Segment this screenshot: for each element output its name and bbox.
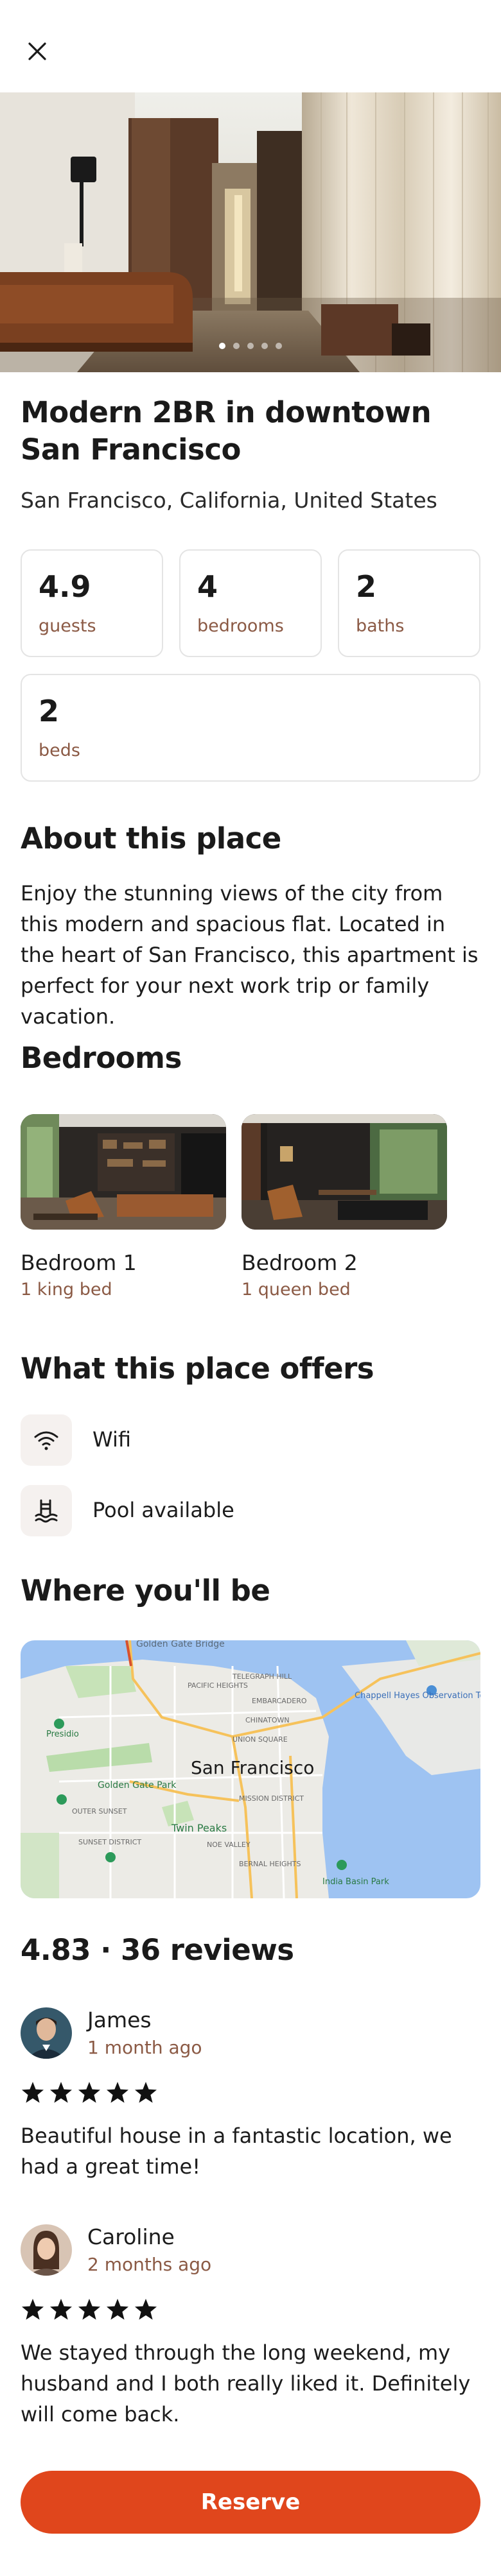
amenity-wifi-icon-box: [21, 1414, 72, 1466]
about-heading: About this place: [21, 821, 281, 855]
star-icon: [22, 2082, 44, 2103]
stat-beds: 2 beds: [21, 674, 480, 782]
star-icon: [135, 2082, 157, 2103]
review-1-rating: [21, 2081, 158, 2105]
carousel-dot[interactable]: [247, 343, 254, 349]
star-icon: [22, 2299, 44, 2320]
star-icon: [107, 2082, 128, 2103]
map-label-embarcadero: EMBARCADERO: [252, 1697, 307, 1705]
reviewer-1-name: James: [87, 2007, 152, 2032]
review-1-text: Beautiful house in a fantastic location,…: [21, 2124, 452, 2179]
stat-value: 4.9: [39, 569, 91, 604]
reviewer-1-time: 1 month ago: [87, 2037, 202, 2058]
bedroom-1-image: [21, 1114, 226, 1230]
stat-label: guests: [39, 616, 96, 636]
map-city-label: San Francisco: [191, 1757, 314, 1778]
map-label-chappell-hayes: Chappell Hayes Observation Tower: [355, 1691, 480, 1701]
reviewer-2-time: 2 months ago: [87, 2254, 212, 2275]
carousel-dot[interactable]: [219, 343, 225, 349]
map-label-golden-gate-park: Golden Gate Park: [98, 1780, 177, 1790]
hero-photo: [0, 92, 501, 372]
stat-guests: 4.9 guests: [21, 549, 163, 657]
star-icon: [50, 2299, 72, 2320]
map-label-sunset-district: SUNSET DISTRICT: [78, 1838, 141, 1846]
map-image: Golden Gate Bridge PACIFIC HEIGHTS CHINA…: [21, 1640, 480, 1898]
stat-value: 2: [39, 694, 60, 728]
map-label-mission: MISSION DISTRICT: [239, 1794, 304, 1803]
star-icon: [107, 2299, 128, 2320]
listing-title: Modern 2BR in downtown San Francisco: [21, 395, 432, 467]
bedroom-2-image: [242, 1114, 447, 1230]
stat-value: 2: [356, 569, 377, 604]
bedroom-2-bed: 1 queen bed: [242, 1280, 351, 1300]
bedroom-2-name: Bedroom 2: [242, 1250, 358, 1275]
map-label-presidio: Presidio: [46, 1730, 79, 1739]
star-icon: [135, 2299, 157, 2320]
wifi-icon: [34, 1431, 58, 1450]
carousel-dots: [0, 343, 501, 349]
amenities-heading: What this place offers: [21, 1352, 374, 1386]
reviewer-2-avatar: [21, 2224, 72, 2276]
map-label-pacific-heights: PACIFIC HEIGHTS: [188, 1681, 248, 1690]
listing-location: San Francisco, California, United States: [21, 488, 437, 513]
close-button[interactable]: [19, 36, 55, 67]
map-label-chinatown: CHINATOWN: [245, 1716, 290, 1724]
bedroom-2-photo[interactable]: [242, 1114, 447, 1230]
map-label-noe-valley: NOE VALLEY: [207, 1841, 251, 1849]
map-label-india-basin: India Basin Park: [322, 1877, 389, 1887]
star-icon: [78, 2082, 100, 2103]
map-label-union-square: UNION SQUARE: [233, 1735, 288, 1744]
top-bar: [0, 0, 501, 92]
photo-carousel[interactable]: [0, 92, 501, 372]
close-icon: [28, 42, 46, 60]
carousel-dot[interactable]: [276, 343, 282, 349]
location-heading: Where you'll be: [21, 1574, 270, 1608]
amenity-pool-icon-box: [21, 1485, 72, 1536]
carousel-dot[interactable]: [261, 343, 268, 349]
reviews-summary: 4.83 · 36 reviews: [21, 1933, 294, 1967]
reserve-button[interactable]: Reserve: [21, 2471, 480, 2534]
location-map[interactable]: Golden Gate Bridge PACIFIC HEIGHTS CHINA…: [21, 1640, 480, 1898]
stat-bedrooms: 4 bedrooms: [179, 549, 322, 657]
star-icon: [78, 2299, 100, 2320]
bedrooms-heading: Bedrooms: [21, 1041, 182, 1075]
map-label-telegraph: TELEGRAPH HILL: [232, 1672, 292, 1681]
reviewer-2-name: Caroline: [87, 2224, 175, 2249]
review-2-text: We stayed through the long weekend, my h…: [21, 2340, 471, 2426]
pool-icon: [35, 1499, 58, 1523]
bedroom-1-photo[interactable]: [21, 1114, 226, 1230]
map-label-twin-peaks: Twin Peaks: [171, 1822, 227, 1834]
stat-label: beds: [39, 741, 80, 760]
amenity-pool-label: Pool available: [92, 1498, 234, 1522]
carousel-dot[interactable]: [233, 343, 240, 349]
map-label-golden-gate: Golden Gate Bridge: [136, 1640, 225, 1649]
map-label-outer-sunset: OUTER SUNSET: [72, 1807, 127, 1816]
stat-value: 4: [197, 569, 218, 604]
map-label-bernal-heights: BERNAL HEIGHTS: [239, 1860, 301, 1868]
review-2-rating: [21, 2297, 158, 2322]
about-text: Enjoy the stunning views of the city fro…: [21, 881, 479, 1029]
amenity-wifi-label: Wifi: [92, 1427, 131, 1452]
stat-label: bedrooms: [197, 616, 284, 636]
stat-baths: 2 baths: [338, 549, 480, 657]
star-icon: [50, 2082, 72, 2103]
reviewer-1-avatar: [21, 2007, 72, 2059]
bedroom-1-name: Bedroom 1: [21, 1250, 137, 1275]
stat-label: baths: [356, 616, 405, 636]
bedroom-1-bed: 1 king bed: [21, 1280, 112, 1300]
